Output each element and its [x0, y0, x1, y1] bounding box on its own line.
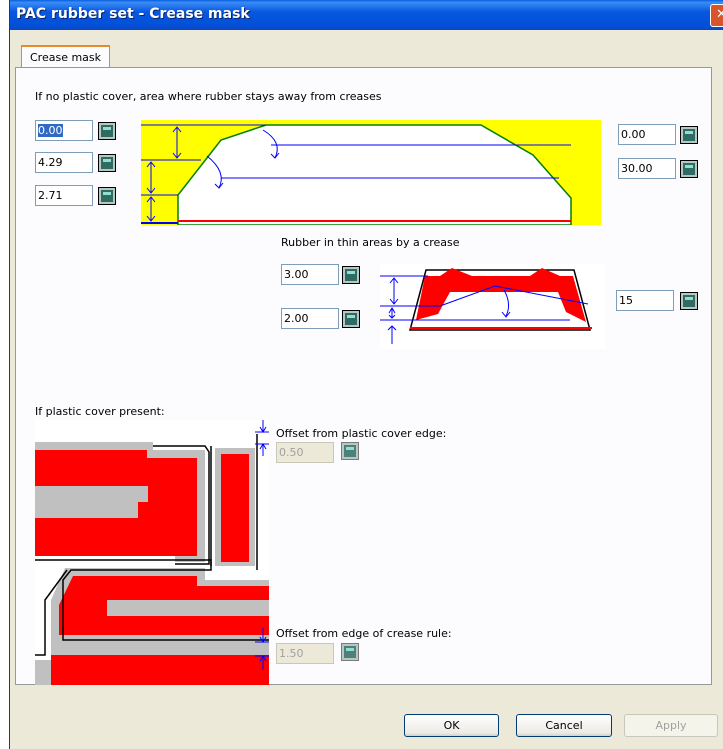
thin-gap-value: 2.00 — [284, 312, 309, 325]
calculator-icon[interactable] — [98, 154, 116, 172]
rubber-offset-field-2[interactable]: 4.29 — [35, 152, 93, 173]
calculator-icon[interactable] — [680, 292, 698, 310]
crease-rule-offset-field: 1.50 — [276, 643, 334, 664]
calculator-icon — [341, 442, 359, 460]
thin-areas-heading: Rubber in thin areas by a crease — [281, 236, 460, 249]
calculator-icon[interactable] — [342, 310, 360, 328]
apply-button: Apply — [624, 714, 718, 737]
crease-rule-offset-value: 1.50 — [279, 647, 304, 660]
title-bar: PAC rubber set - Crease mask ✕ — [10, 0, 723, 30]
no-cover-heading: If no plastic cover, area where rubber s… — [35, 90, 382, 103]
rubber-offset-field-1[interactable]: 0.00 — [35, 120, 93, 141]
crease-angle-field-1[interactable]: 0.00 — [618, 124, 676, 145]
thin-gap-field[interactable]: 2.00 — [281, 308, 339, 329]
cover-edge-label: Offset from plastic cover edge: — [276, 427, 447, 440]
crease-profile-diagram — [141, 120, 601, 225]
rubber-offset-value-2: 4.29 — [38, 156, 63, 169]
crease-angle-value-1: 0.00 — [621, 128, 646, 141]
thin-angle-field[interactable]: 15 — [616, 290, 674, 311]
calculator-icon[interactable] — [680, 126, 698, 144]
calculator-icon[interactable] — [98, 187, 116, 205]
rubber-offset-value-1: 0.00 — [38, 124, 63, 137]
thin-height-field[interactable]: 3.00 — [281, 264, 339, 285]
close-icon[interactable]: ✕ — [710, 4, 723, 27]
ok-button[interactable]: OK — [404, 714, 499, 737]
window-title: PAC rubber set - Crease mask — [16, 6, 250, 22]
rubber-offset-field-3[interactable]: 2.71 — [35, 185, 93, 206]
calculator-icon — [341, 643, 359, 661]
calculator-icon[interactable] — [680, 160, 698, 178]
plastic-cover-diagram — [35, 420, 269, 685]
calculator-icon[interactable] — [342, 266, 360, 284]
thin-height-value: 3.00 — [284, 268, 309, 281]
thin-angle-value: 15 — [619, 294, 633, 307]
cancel-button[interactable]: Cancel — [516, 714, 612, 737]
cover-edge-offset-value: 0.50 — [279, 446, 304, 459]
calculator-icon[interactable] — [98, 122, 116, 140]
crease-angle-value-2: 30.00 — [621, 162, 653, 175]
plastic-cover-heading: If plastic cover present: — [35, 405, 165, 418]
thin-area-diagram — [380, 264, 606, 349]
cover-edge-offset-field: 0.50 — [276, 442, 334, 463]
crease-rule-label: Offset from edge of crease rule: — [276, 627, 452, 640]
tab-crease-mask[interactable]: Crease mask — [21, 45, 111, 68]
rubber-offset-value-3: 2.71 — [38, 189, 63, 202]
crease-angle-field-2[interactable]: 30.00 — [618, 158, 676, 179]
